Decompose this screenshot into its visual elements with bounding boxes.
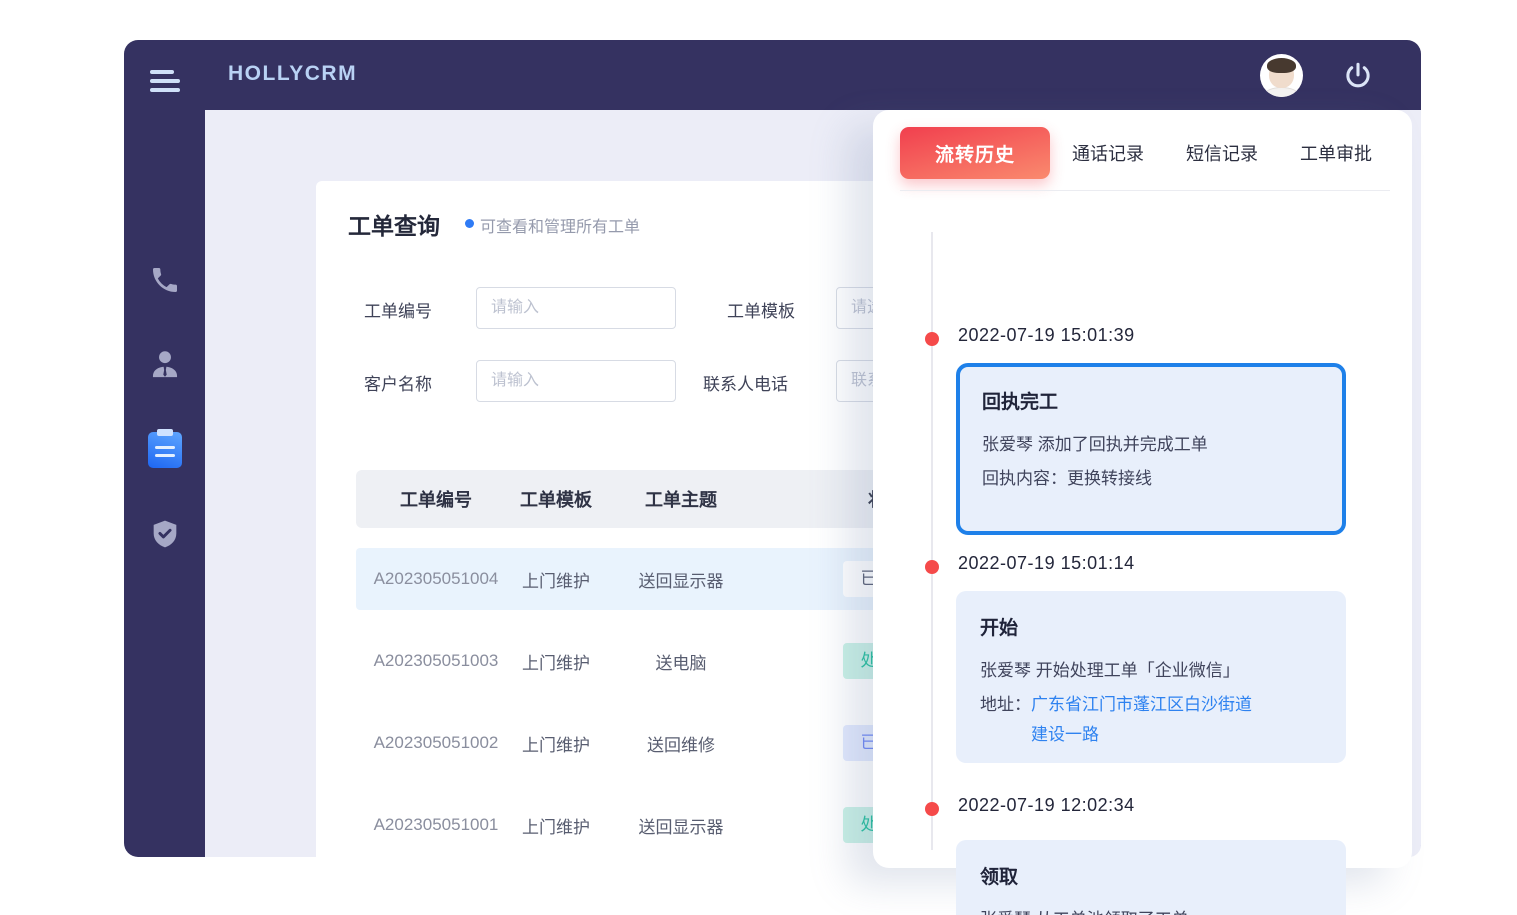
order-id-input[interactable] — [476, 287, 676, 329]
page-subtitle: 可查看和管理所有工单 — [480, 213, 640, 237]
contact-person-icon — [148, 347, 182, 381]
timeline-timestamp: 2022-07-19 15:01:14 — [958, 553, 1135, 574]
sidebar-nav — [124, 110, 205, 857]
clipboard-icon — [148, 432, 182, 468]
field-customer-name-label: 客户名称 — [364, 370, 432, 395]
timeline-dot — [925, 332, 939, 346]
tab-row: 通话记录 短信记录 工单审批 — [1072, 127, 1372, 179]
phone-icon — [149, 264, 181, 296]
brand-logo: HOLLYCRM — [228, 62, 357, 86]
timeline-card-claimed[interactable]: 领取 张爱琴 从工单池领取了工单 — [956, 840, 1346, 915]
tab-circulation-history[interactable]: 流转历史 — [900, 127, 1050, 179]
cell-subject: 送回显示器 — [596, 567, 766, 592]
address-line-1: 广东省江门市蓬江区白沙街道 — [1031, 695, 1252, 714]
page-title: 工单查询 — [348, 207, 440, 241]
address-line-2: 建设一路 — [1031, 725, 1099, 744]
screenshot-stage: HOLLYCRM — [0, 0, 1517, 915]
user-avatar[interactable] — [1260, 54, 1303, 97]
cell-template: 上门维护 — [516, 567, 596, 592]
power-logout-icon[interactable] — [1342, 60, 1374, 92]
tab-divider — [900, 190, 1390, 191]
cell-template: 上门维护 — [516, 649, 596, 674]
sidebar-item-security[interactable] — [124, 512, 205, 556]
field-contact-phone-label: 联系人电话 — [703, 370, 788, 395]
timeline-timestamp: 2022-07-19 15:01:39 — [958, 325, 1135, 346]
timeline-dot — [925, 560, 939, 574]
cell-subject: 送电脑 — [596, 649, 766, 674]
tab-order-approval[interactable]: 工单审批 — [1300, 140, 1372, 166]
tab-sms-records[interactable]: 短信记录 — [1186, 140, 1258, 166]
timeline-timestamp: 2022-07-19 12:02:34 — [958, 795, 1135, 816]
cell-template: 上门维护 — [516, 813, 596, 838]
timeline-card-line: 张爱琴 添加了回执并完成工单 — [982, 428, 1320, 462]
address-link[interactable]: 广东省江门市蓬江区白沙街道 建设一路 — [1031, 690, 1252, 750]
cell-subject: 送回显示器 — [596, 813, 766, 838]
field-order-id-label: 工单编号 — [364, 297, 432, 322]
field-order-id: 工单编号 — [364, 287, 694, 329]
timeline-card-completed[interactable]: 回执完工 张爱琴 添加了回执并完成工单 回执内容：更换转接线 — [956, 363, 1346, 535]
address-label: 地址： — [980, 690, 1031, 750]
header-template: 工单模板 — [516, 486, 596, 512]
timeline-line — [931, 232, 933, 850]
cell-order-id: A202305051002 — [356, 733, 516, 753]
app-header: HOLLYCRM — [124, 40, 1421, 110]
sidebar-item-contacts[interactable] — [124, 342, 205, 386]
field-order-template-label: 工单模板 — [727, 297, 795, 322]
hamburger-menu-icon[interactable] — [150, 70, 182, 98]
cell-order-id: A202305051003 — [356, 651, 516, 671]
field-customer-name: 客户名称 — [364, 360, 694, 402]
sidebar-item-phone[interactable] — [124, 258, 205, 302]
timeline-card-start[interactable]: 开始 张爱琴 开始处理工单「企业微信」 地址： 广东省江门市蓬江区白沙街道 建设… — [956, 591, 1346, 763]
history-overlay-panel: 流转历史 通话记录 短信记录 工单审批 2022-07-19 15:01:39 … — [873, 110, 1412, 868]
cell-template: 上门维护 — [516, 731, 596, 756]
customer-name-input[interactable] — [476, 360, 676, 402]
header-order-id: 工单编号 — [356, 486, 516, 512]
address-row: 地址： 广东省江门市蓬江区白沙街道 建设一路 — [980, 690, 1322, 750]
timeline-card-title: 回执完工 — [982, 387, 1320, 414]
timeline-card-title: 开始 — [980, 613, 1322, 640]
subtitle-dot — [465, 219, 474, 228]
shield-check-icon — [149, 518, 181, 550]
timeline-card-title: 领取 — [980, 862, 1322, 889]
tab-call-records[interactable]: 通话记录 — [1072, 140, 1144, 166]
header-subject: 工单主题 — [596, 486, 766, 512]
timeline-dot — [925, 802, 939, 816]
timeline-card-line: 张爱琴 开始处理工单「企业微信」 — [980, 654, 1322, 688]
cell-order-id: A202305051004 — [356, 569, 516, 589]
cell-subject: 送回维修 — [596, 731, 766, 756]
sidebar-item-work-orders-active[interactable] — [124, 428, 205, 472]
cell-order-id: A202305051001 — [356, 815, 516, 835]
timeline-card-line: 张爱琴 从工单池领取了工单 — [980, 903, 1322, 915]
timeline-card-line: 回执内容：更换转接线 — [982, 462, 1320, 496]
